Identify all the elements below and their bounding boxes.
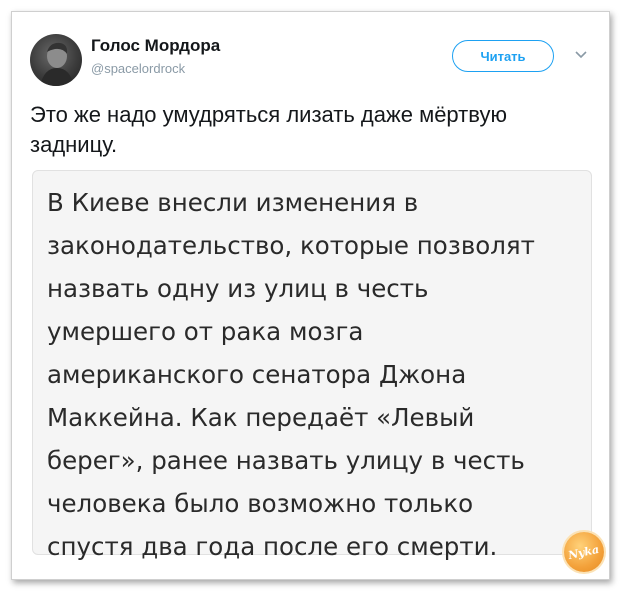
watermark-logo: Nyka [564, 532, 604, 572]
user-handle[interactable]: @spacelordrock [91, 61, 185, 76]
tweet-card: Голос Мордора @spacelordrock Читать Это … [11, 11, 610, 580]
tweet-text: Это же надо умудряться лизать даже мёртв… [30, 102, 507, 157]
quoted-text: В Киеве внесли изменения в законодательс… [47, 188, 535, 561]
watermark-text: Nyka [567, 542, 601, 562]
chevron-down-icon[interactable] [574, 50, 588, 60]
tweet-header: Голос Мордора @spacelordrock Читать [12, 12, 609, 102]
quoted-image[interactable]: В Киеве внесли изменения в законодательс… [32, 170, 592, 561]
avatar-portrait-icon [40, 42, 74, 86]
display-name[interactable]: Голос Мордора [91, 36, 220, 56]
avatar[interactable] [30, 34, 82, 86]
follow-button[interactable]: Читать [452, 40, 554, 72]
